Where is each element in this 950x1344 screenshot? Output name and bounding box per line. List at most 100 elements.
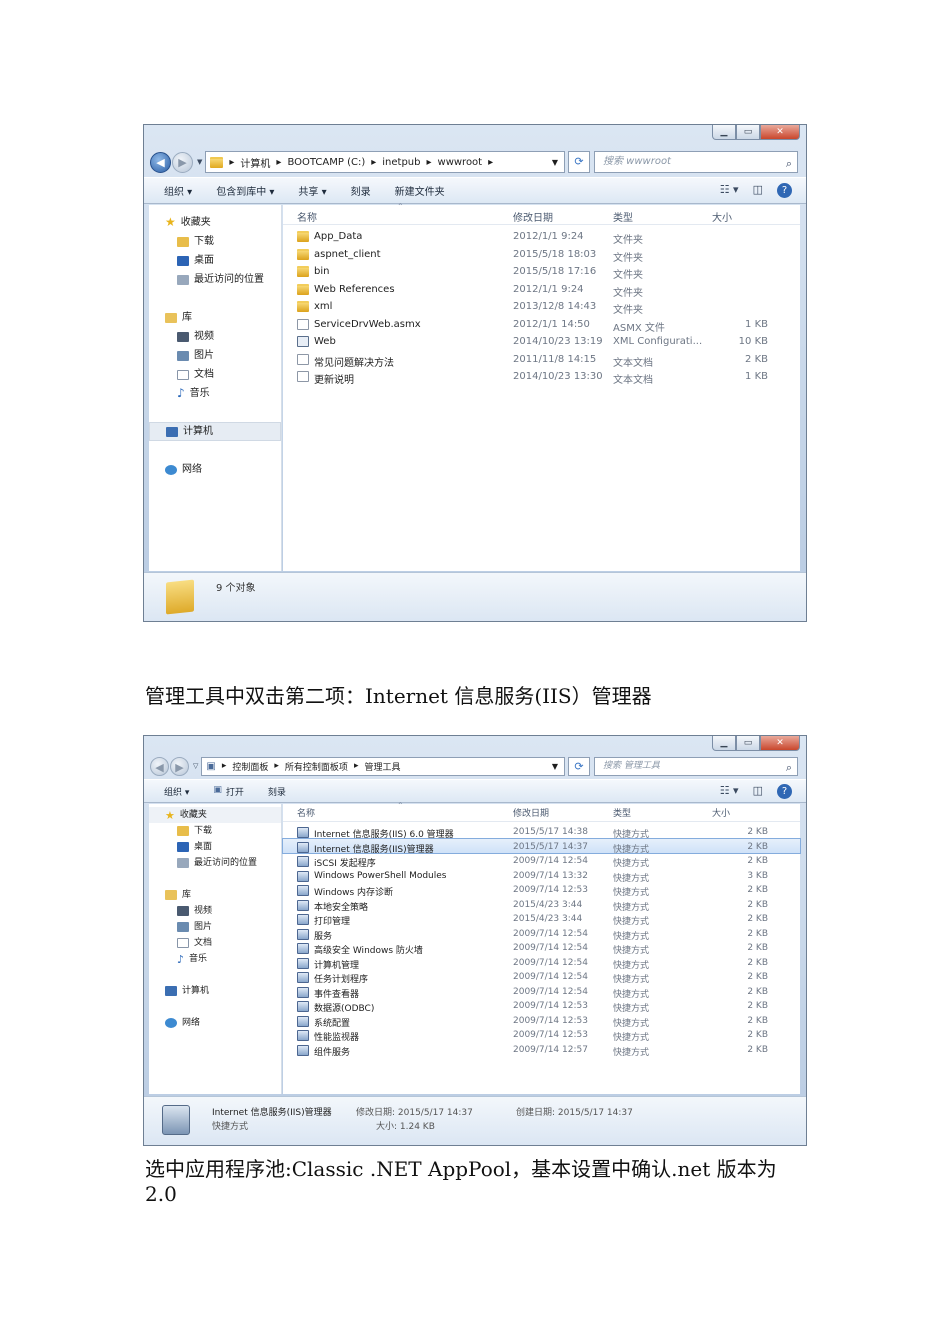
address-dropdown-icon[interactable]: ▼	[552, 762, 558, 771]
open-button[interactable]: ▣ 打开	[213, 785, 244, 798]
view-options-icon[interactable]: ☷ ▾	[720, 784, 739, 799]
nav-music[interactable]: ♪ 音乐	[149, 951, 281, 967]
file-row[interactable]: 数据源(ODBC) 2009/7/14 12:53 快捷方式 2 KB	[283, 998, 800, 1014]
recent-pages-dropdown[interactable]: ▼	[197, 158, 202, 166]
forward-button[interactable]: ▶	[170, 756, 189, 776]
file-row[interactable]: App_Data 2012/1/1 9:24 文件夹	[283, 228, 800, 246]
breadcrumb-item[interactable]: 所有控制面板项	[285, 760, 348, 773]
back-button[interactable]: ◀	[150, 756, 169, 776]
new-folder-button[interactable]: 新建文件夹	[395, 183, 445, 198]
search-input[interactable]: 搜索 wwwroot ⌕	[594, 151, 798, 173]
nav-pictures[interactable]: 图片	[149, 346, 281, 365]
address-dropdown-icon[interactable]: ▼	[552, 158, 558, 167]
close-button[interactable]: ✕	[760, 125, 800, 140]
file-row[interactable]: 系统配置 2009/7/14 12:53 快捷方式 2 KB	[283, 1013, 800, 1029]
address-bar[interactable]: ▣ ▸ 控制面板 ▸ 所有控制面板项 ▸ 管理工具 ▼	[201, 756, 565, 776]
column-size[interactable]: 大小	[712, 806, 730, 819]
file-row[interactable]: Web References 2012/1/1 9:24 文件夹	[283, 281, 800, 299]
nav-recent[interactable]: 最近访问的位置	[149, 855, 281, 871]
column-date[interactable]: 修改日期	[513, 806, 549, 819]
file-row[interactable]: 事件查看器 2009/7/14 12:54 快捷方式 2 KB	[283, 984, 800, 1000]
search-input[interactable]: 搜索 管理工具 ⌕	[594, 756, 798, 776]
refresh-button[interactable]: ⟳	[568, 756, 590, 776]
file-row[interactable]: 本地安全策略 2015/4/23 3:44 快捷方式 2 KB	[283, 897, 800, 913]
nav-recent[interactable]: 最近访问的位置	[149, 270, 281, 289]
file-row[interactable]: 打印管理 2015/4/23 3:44 快捷方式 2 KB	[283, 911, 800, 927]
file-row[interactable]: Windows PowerShell Modules 2009/7/14 13:3…	[283, 868, 800, 884]
pictures-icon	[177, 350, 189, 361]
help-icon[interactable]: ?	[777, 784, 792, 799]
preview-pane-icon[interactable]: ◫	[753, 784, 763, 799]
minimize-button[interactable]: ▁	[712, 736, 736, 751]
recent-pages-dropdown[interactable]: ▽	[193, 762, 198, 770]
nav-documents[interactable]: 文档	[149, 935, 281, 951]
nav-favorites[interactable]: ★ 收藏夹	[149, 807, 281, 823]
forward-button[interactable]: ▶	[172, 151, 193, 173]
nav-pictures[interactable]: 图片	[149, 919, 281, 935]
breadcrumb-item[interactable]: inetpub	[382, 157, 420, 168]
column-date[interactable]: 修改日期	[513, 209, 553, 224]
file-row[interactable]: 性能监视器 2009/7/14 12:53 快捷方式 2 KB	[283, 1027, 800, 1043]
breadcrumb-separator: ▸	[274, 761, 279, 771]
nav-network[interactable]: 网络	[149, 460, 281, 479]
column-type[interactable]: 类型	[613, 209, 633, 224]
column-type[interactable]: 类型	[613, 806, 631, 819]
view-options-icon[interactable]: ☷ ▾	[720, 183, 739, 198]
maximize-button[interactable]: ▭	[736, 736, 760, 751]
breadcrumb-item[interactable]: 计算机	[240, 155, 270, 170]
nav-videos[interactable]: 视频	[149, 903, 281, 919]
file-row[interactable]: bin 2015/5/18 17:16 文件夹	[283, 263, 800, 281]
organize-button[interactable]: 组织 ▾	[164, 785, 189, 798]
nav-network[interactable]: 网络	[149, 1015, 281, 1031]
breadcrumb-item[interactable]: wwwroot	[438, 157, 483, 168]
file-row[interactable]: 常见问题解决方法 2011/11/8 14:15 文本文档 2 KB	[283, 351, 800, 369]
column-name[interactable]: 名称	[297, 209, 317, 224]
file-row[interactable]: iSCSI 发起程序 2009/7/14 12:54 快捷方式 2 KB	[283, 853, 800, 869]
organize-button[interactable]: 组织 ▾	[164, 183, 192, 198]
nav-desktop[interactable]: 桌面	[149, 251, 281, 270]
column-name[interactable]: 名称	[297, 806, 315, 819]
minimize-button[interactable]: ▁	[712, 125, 736, 140]
breadcrumb-item[interactable]: BOOTCAMP (C:)	[287, 157, 365, 168]
address-bar[interactable]: ▸ 计算机 ▸ BOOTCAMP (C:) ▸ inetpub ▸ wwwroo…	[205, 151, 565, 173]
maximize-button[interactable]: ▭	[736, 125, 760, 140]
file-row[interactable]: 更新说明 2014/10/23 13:30 文本文档 1 KB	[283, 368, 800, 386]
refresh-button[interactable]: ⟳	[568, 151, 590, 173]
share-button[interactable]: 共享 ▾	[298, 183, 326, 198]
nav-computer[interactable]: 计算机	[149, 422, 281, 441]
nav-downloads[interactable]: 下载	[149, 232, 281, 251]
file-row[interactable]: Internet 信息服务(IIS)管理器 2015/5/17 14:37 快捷方式…	[282, 837, 801, 855]
nav-downloads[interactable]: 下载	[149, 823, 281, 839]
burn-button[interactable]: 刻录	[351, 183, 371, 198]
file-row[interactable]: Windows 内存诊断 2009/7/14 12:53 快捷方式 2 KB	[283, 882, 800, 898]
file-row[interactable]: Internet 信息服务(IIS) 6.0 管理器 2015/5/17 14:3…	[283, 824, 800, 840]
help-icon[interactable]: ?	[777, 183, 792, 198]
file-row[interactable]: 服务 2009/7/14 12:54 快捷方式 2 KB	[283, 926, 800, 942]
close-button[interactable]: ✕	[760, 736, 800, 751]
breadcrumb-item[interactable]: 管理工具	[364, 760, 400, 773]
breadcrumb-separator: ▸	[229, 156, 235, 168]
nav-libraries[interactable]: 库	[149, 308, 281, 327]
file-row[interactable]: xml 2013/12/8 14:43 文件夹	[283, 298, 800, 316]
back-button[interactable]: ◀	[150, 151, 171, 173]
file-row[interactable]: 高级安全 Windows 防火墙 2009/7/14 12:54 快捷方式 2 KB	[283, 940, 800, 956]
burn-button[interactable]: 刻录	[268, 785, 286, 798]
nav-libraries[interactable]: 库	[149, 887, 281, 903]
nav-videos[interactable]: 视频	[149, 327, 281, 346]
breadcrumb-item[interactable]: 控制面板	[232, 760, 268, 773]
column-size[interactable]: 大小	[712, 209, 732, 224]
file-row[interactable]: aspnet_client 2015/5/18 18:03 文件夹	[283, 246, 800, 264]
include-in-library-button[interactable]: 包含到库中 ▾	[216, 183, 274, 198]
file-row[interactable]: 组件服务 2009/7/14 12:57 快捷方式 2 KB	[283, 1042, 800, 1058]
file-row[interactable]: 任务计划程序 2009/7/14 12:54 快捷方式 2 KB	[283, 969, 800, 985]
music-icon: ♪	[177, 952, 185, 966]
nav-music[interactable]: ♪ 音乐	[149, 384, 281, 403]
nav-favorites[interactable]: ★ 收藏夹	[149, 213, 281, 232]
file-row[interactable]: Web 2014/10/23 13:19 XML Configurati... 10 …	[283, 333, 800, 351]
file-date: 2009/7/14 12:53	[513, 885, 588, 895]
preview-pane-icon[interactable]: ◫	[753, 183, 763, 198]
nav-computer[interactable]: 计算机	[149, 983, 281, 999]
file-row[interactable]: 计算机管理 2009/7/14 12:54 快捷方式 2 KB	[283, 955, 800, 971]
file-row[interactable]: ServiceDrvWeb.asmx 2012/1/1 14:50 ASMX 文件 1…	[283, 316, 800, 334]
nav-documents[interactable]: 文档	[149, 365, 281, 384]
